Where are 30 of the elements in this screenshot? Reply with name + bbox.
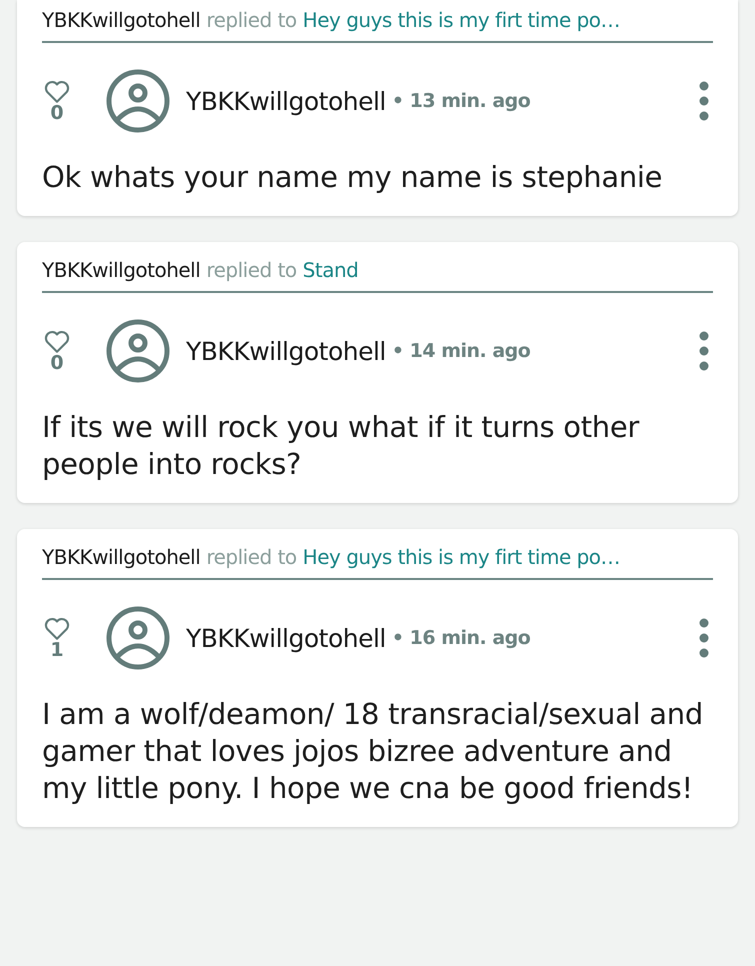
reply-target-link[interactable]: Hey guys this is my firt time po… <box>302 545 620 569</box>
reply-author[interactable]: YBKKwillgotohell <box>42 8 200 32</box>
timestamp: • 16 min. ago <box>392 627 530 649</box>
replied-label: replied to <box>206 545 297 569</box>
username[interactable]: YBKKwillgotohell <box>186 624 386 652</box>
avatar-icon <box>106 319 170 383</box>
comment-text: I am a wolf/deamon/ 18 transracial/sexual and gamer that loves jojos bizree adventure and my little pony. I hope we cna be good friends! <box>42 696 704 807</box>
replied-label: replied to <box>206 258 297 282</box>
username[interactable]: YBKKwillgotohell <box>186 336 386 366</box>
more-icon <box>699 618 709 658</box>
more-icon <box>699 331 709 371</box>
heart-icon[interactable] <box>44 330 70 354</box>
reply-target-link[interactable]: Stand <box>302 258 358 282</box>
reply-author[interactable]: YBKKwillgotohell <box>42 258 200 282</box>
username[interactable]: YBKKwillgotohell <box>186 86 386 116</box>
comment-text: Ok whats your name my name is stephanie <box>42 159 664 196</box>
heart-icon[interactable] <box>44 80 70 104</box>
reply-author[interactable]: YBKKwillgotohell <box>42 545 200 569</box>
reply-target-link[interactable]: Hey guys this is my firt time po… <box>302 8 620 32</box>
like-count: 0 <box>50 354 64 372</box>
more-icon <box>699 81 709 121</box>
heart-icon[interactable] <box>44 616 70 640</box>
comment-text: If its we will rock you what if it turns other people into rocks? <box>42 409 640 483</box>
avatar-icon <box>106 606 170 670</box>
timestamp: • 13 min. ago <box>392 90 530 112</box>
like-count: 1 <box>50 640 64 660</box>
like-count: 0 <box>50 104 64 122</box>
timestamp: • 14 min. ago <box>392 340 530 362</box>
avatar-icon <box>106 69 170 133</box>
replied-label: replied to <box>206 8 297 32</box>
